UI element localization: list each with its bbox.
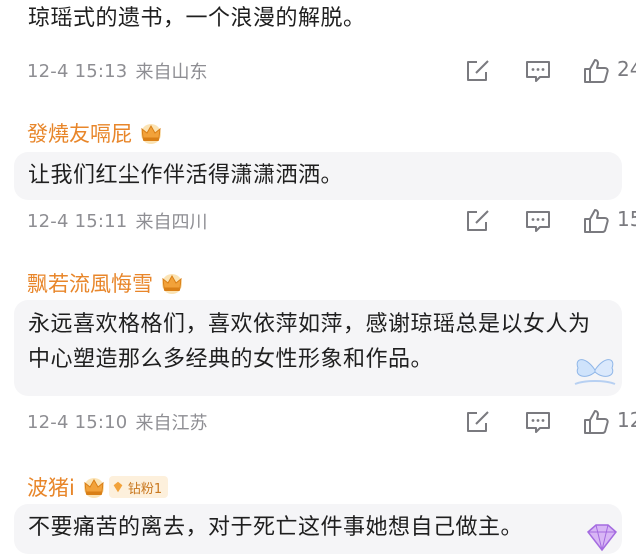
comment-actions: 24 bbox=[464, 56, 636, 86]
comment-location: 来自四川 bbox=[135, 212, 208, 233]
comment-text: 永远喜欢格格们，喜欢依萍如萍，感谢琼瑶总是以女人为中心塑造那么多经典的女性形象和… bbox=[28, 312, 591, 372]
share-icon[interactable] bbox=[464, 57, 492, 85]
username-label: 發燒友嗝屁 bbox=[27, 122, 132, 146]
comment-meta: 12-4 15:13 来自山东 24 bbox=[27, 56, 636, 86]
comment-location: 来自江苏 bbox=[135, 413, 208, 434]
like-count: 24 bbox=[617, 57, 636, 81]
fan-badge-label: 钻粉1 bbox=[127, 481, 163, 497]
like-count: 15 bbox=[617, 207, 636, 231]
comment-meta: 12-4 15:10 来自江苏 12 bbox=[27, 407, 636, 437]
reply-icon[interactable] bbox=[524, 207, 552, 235]
crown-icon bbox=[141, 124, 161, 144]
share-icon[interactable] bbox=[464, 207, 492, 235]
comment-bubble: 琼瑶式的遗书，一个浪漫的解脱。 bbox=[14, 0, 622, 38]
comment-date: 12-4 15:11 bbox=[27, 210, 128, 232]
comment-text: 不要痛苦的离去，对于死亡这件事她想自己做主。 bbox=[28, 515, 524, 540]
gem-sticker-icon bbox=[586, 524, 618, 552]
comment-meta: 12-4 15:11 来自四川 15 bbox=[27, 206, 636, 236]
comment-text: 让我们红尘作伴活得潇潇洒洒。 bbox=[28, 163, 344, 188]
comment-bubble: 让我们红尘作伴活得潇潇洒洒。 bbox=[14, 152, 622, 200]
like-icon[interactable] bbox=[582, 57, 610, 85]
like-icon[interactable] bbox=[582, 408, 610, 436]
like-count: 12 bbox=[617, 408, 636, 432]
reply-icon[interactable] bbox=[524, 57, 552, 85]
share-icon[interactable] bbox=[464, 408, 492, 436]
crown-icon bbox=[83, 478, 104, 498]
username-label: 波猪i bbox=[27, 476, 75, 500]
comment-date: 12-4 15:13 bbox=[27, 60, 128, 82]
comment-text: 琼瑶式的遗书，一个浪漫的解脱。 bbox=[28, 6, 366, 31]
comment-bubble: 不要痛苦的离去，对于死亡这件事她想自己做主。 bbox=[14, 504, 622, 554]
reply-icon[interactable] bbox=[524, 408, 552, 436]
comment-username[interactable]: 飘若流風悔雪 bbox=[27, 268, 185, 298]
butterfly-sticker-icon bbox=[574, 359, 616, 385]
like-icon[interactable] bbox=[582, 207, 610, 235]
comment-username[interactable]: 波猪i 钻粉1 bbox=[27, 472, 169, 502]
comment-bubble: 永远喜欢格格们，喜欢依萍如萍，感谢琼瑶总是以女人为中心塑造那么多经典的女性形象和… bbox=[14, 300, 622, 396]
comment-actions: 15 bbox=[464, 206, 636, 236]
comment-date: 12-4 15:10 bbox=[27, 411, 128, 433]
username-label: 飘若流風悔雪 bbox=[27, 272, 153, 296]
fan-badge: 钻粉1 bbox=[108, 476, 169, 498]
comment-location: 来自山东 bbox=[135, 62, 208, 83]
crown-icon bbox=[162, 274, 182, 294]
comment-username[interactable]: 發燒友嗝屁 bbox=[27, 118, 164, 148]
comment-actions: 12 bbox=[464, 407, 636, 437]
diamond-icon bbox=[113, 481, 123, 493]
